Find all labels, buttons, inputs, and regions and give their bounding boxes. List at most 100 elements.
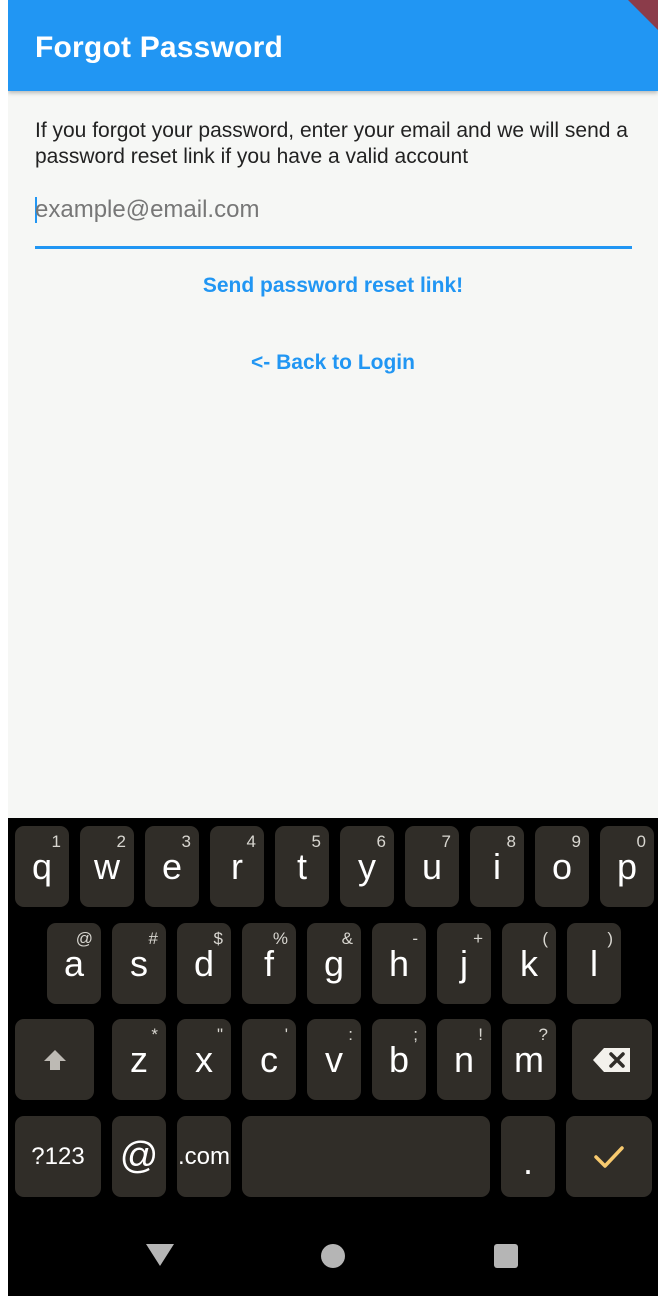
key-label: u bbox=[421, 845, 443, 887]
key-hint: ? bbox=[538, 1025, 548, 1044]
key-label: d bbox=[193, 942, 215, 984]
period-key-label: . bbox=[522, 1141, 533, 1182]
key-label: f bbox=[263, 942, 274, 984]
key-hint: ! bbox=[478, 1025, 483, 1044]
symbols-key[interactable]: ?123 bbox=[15, 1116, 101, 1197]
key-hint: 0 bbox=[636, 832, 646, 851]
enter-key[interactable] bbox=[566, 1116, 652, 1197]
key-v[interactable]: :v bbox=[307, 1019, 361, 1100]
key-label: i bbox=[493, 845, 501, 887]
soft-keyboard: 1q2w3e4r5t6y7u8i9o0p @ a # s $ d% f & g - h + j(k) l … bbox=[8, 818, 658, 1218]
app-screen: Forgot Password If you forgot your passw… bbox=[8, 0, 658, 1296]
back-to-login-button[interactable]: <- Back to Login bbox=[8, 351, 658, 375]
key-f[interactable]: % f bbox=[242, 923, 296, 1004]
key-label: z bbox=[130, 1038, 148, 1080]
key-label: l bbox=[590, 942, 598, 984]
key-r[interactable]: 4r bbox=[210, 826, 264, 907]
key-c[interactable]: ' c bbox=[242, 1019, 296, 1100]
key-label: v bbox=[325, 1038, 343, 1080]
key-g[interactable]: & g bbox=[307, 923, 361, 1004]
key-hint: # bbox=[148, 929, 158, 948]
key-label: w bbox=[94, 845, 120, 887]
debug-corner-banner bbox=[628, 0, 658, 30]
key-k[interactable]: (k bbox=[502, 923, 556, 1004]
key-label: t bbox=[296, 845, 307, 887]
key-hint: * bbox=[151, 1025, 158, 1044]
key-y[interactable]: 6y bbox=[340, 826, 394, 907]
period-key[interactable]: . bbox=[501, 1116, 555, 1197]
key-hint: - bbox=[412, 929, 418, 948]
key-hint: ; bbox=[413, 1025, 418, 1044]
key-q[interactable]: 1q bbox=[15, 826, 69, 907]
key-hint: + bbox=[473, 929, 483, 948]
key-hint: ) bbox=[607, 929, 613, 948]
backspace-icon bbox=[593, 1047, 630, 1072]
key-x[interactable]: " x bbox=[177, 1019, 231, 1100]
key-u[interactable]: 7u bbox=[405, 826, 459, 907]
key-m[interactable]: ? m bbox=[502, 1019, 556, 1100]
key-label: e bbox=[161, 845, 183, 887]
key-hint: 1 bbox=[51, 832, 61, 851]
key-z[interactable]: * z bbox=[112, 1019, 166, 1100]
key-h[interactable]: -h bbox=[372, 923, 426, 1004]
key-hint: $ bbox=[213, 929, 223, 948]
key-j[interactable]: + j bbox=[437, 923, 491, 1004]
key-s[interactable]: # s bbox=[112, 923, 166, 1004]
key-hint: @ bbox=[75, 929, 93, 948]
dotcom-key-label: .com bbox=[177, 1142, 230, 1170]
key-hint: 6 bbox=[376, 832, 386, 851]
key-label: j bbox=[460, 942, 468, 984]
space-key[interactable] bbox=[242, 1116, 490, 1197]
key-hint: 7 bbox=[441, 832, 451, 851]
instructions-text: If you forgot your password, enter your … bbox=[35, 119, 628, 168]
system-nav-bar bbox=[8, 1218, 658, 1296]
key-hint: : bbox=[348, 1025, 353, 1044]
email-input[interactable] bbox=[35, 192, 625, 228]
key-hint: " bbox=[216, 1025, 223, 1044]
key-hint: 9 bbox=[571, 832, 581, 851]
backspace-key[interactable] bbox=[572, 1019, 652, 1100]
key-n[interactable]: ! n bbox=[437, 1019, 491, 1100]
key-w[interactable]: 2w bbox=[80, 826, 134, 907]
key-l[interactable]: ) l bbox=[567, 923, 621, 1004]
key-b[interactable]: ; b bbox=[372, 1019, 426, 1100]
key-label: o bbox=[551, 845, 573, 887]
key-label: x bbox=[195, 1038, 213, 1080]
key-label: h bbox=[388, 942, 410, 984]
key-d[interactable]: $ d bbox=[177, 923, 231, 1004]
symbols-key-label: ?123 bbox=[31, 1142, 85, 1170]
key-hint: ( bbox=[542, 929, 548, 948]
email-field[interactable] bbox=[35, 188, 632, 249]
key-label: r bbox=[231, 845, 243, 887]
key-hint: 4 bbox=[246, 832, 256, 851]
key-i[interactable]: 8i bbox=[470, 826, 524, 907]
dotcom-key[interactable]: .com bbox=[177, 1116, 231, 1197]
key-label: n bbox=[453, 1038, 475, 1080]
check-icon bbox=[594, 1145, 624, 1168]
key-hint: & bbox=[341, 929, 353, 948]
key-label: a bbox=[63, 942, 85, 984]
key-label: k bbox=[520, 942, 538, 984]
nav-back-icon[interactable] bbox=[146, 1244, 174, 1266]
key-hint: 5 bbox=[311, 832, 321, 851]
key-hint: 3 bbox=[181, 832, 191, 851]
key-label: c bbox=[260, 1038, 278, 1080]
key-label: q bbox=[31, 845, 53, 887]
key-p[interactable]: 0p bbox=[600, 826, 654, 907]
key-a[interactable]: @ a bbox=[47, 923, 101, 1004]
key-t[interactable]: 5t bbox=[275, 826, 329, 907]
nav-recents-icon[interactable] bbox=[494, 1244, 518, 1268]
nav-home-icon[interactable] bbox=[321, 1244, 345, 1268]
send-reset-link-button[interactable]: Send password reset link! bbox=[8, 274, 658, 298]
shift-key[interactable] bbox=[15, 1019, 94, 1100]
key-hint: 8 bbox=[506, 832, 516, 851]
key-e[interactable]: 3e bbox=[145, 826, 199, 907]
key-label: b bbox=[388, 1038, 410, 1080]
key-label: g bbox=[323, 942, 345, 984]
key-hint: 2 bbox=[116, 832, 126, 851]
key-label: s bbox=[130, 942, 148, 984]
key-label: m bbox=[514, 1038, 544, 1080]
key-o[interactable]: 9o bbox=[535, 826, 589, 907]
at-key[interactable]: @ bbox=[112, 1116, 166, 1197]
app-bar: Forgot Password bbox=[8, 0, 658, 91]
